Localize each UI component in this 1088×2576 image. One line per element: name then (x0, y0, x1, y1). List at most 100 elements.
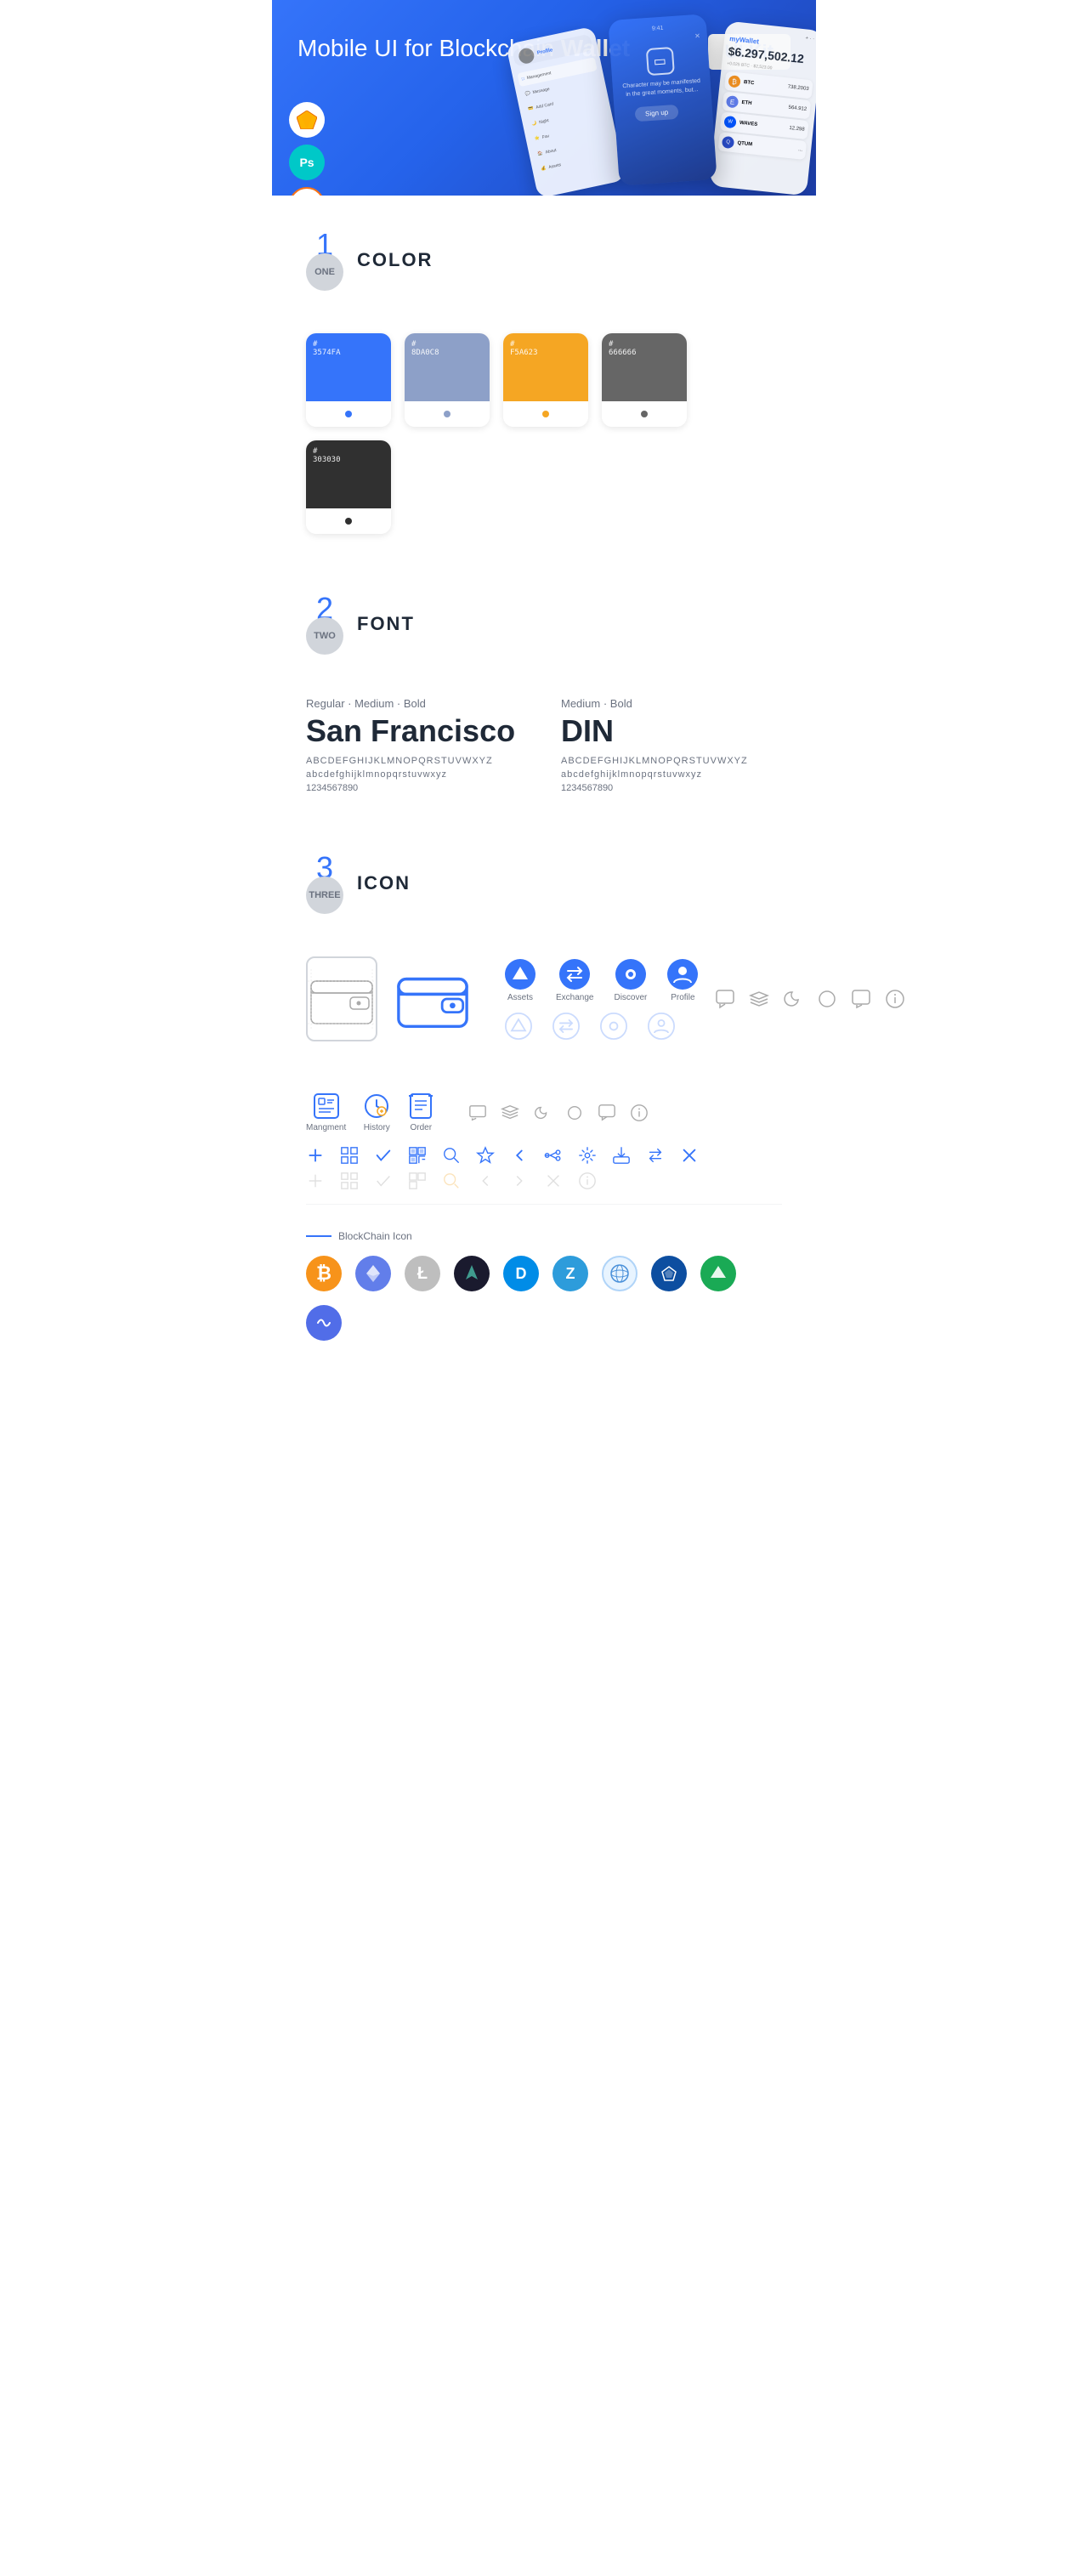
assets-icon-outline (505, 1013, 532, 1040)
check-icon-outline (374, 1172, 393, 1190)
utility-icons-row-1 (272, 1146, 816, 1165)
band-icon (306, 1305, 342, 1341)
profile-icon-outline (648, 1013, 675, 1040)
font-din: Medium · Bold DIN ABCDEFGHIJKLMNOPQRSTUV… (561, 697, 782, 793)
management-icon (313, 1092, 340, 1120)
dot-icon-sm (565, 1104, 584, 1122)
info-icon (885, 989, 905, 1009)
blockchain-label-line (306, 1235, 332, 1237)
icon-section-title: ICON (357, 872, 411, 894)
order-icon (407, 1092, 434, 1120)
wings-icon (454, 1256, 490, 1291)
section-3-number: 3 THREE (306, 853, 343, 914)
info-icon-outline (578, 1172, 597, 1190)
zcoin-icon: Z (552, 1256, 588, 1291)
discover-icon-item: Discover (614, 959, 647, 1002)
profile-icon-item: Profile (667, 959, 698, 1002)
assets-icon-item: Assets (505, 959, 536, 1002)
bitcoin-icon: ₿ (306, 1256, 342, 1291)
litecoin-icon: Ł (405, 1256, 440, 1291)
swatch-blue: #3574FA (306, 333, 391, 427)
swatch-mid-gray: #666666 (602, 333, 687, 427)
star-icon (476, 1146, 495, 1165)
check-icon (374, 1146, 393, 1165)
phone-mockup-2: 9:41 ✕ ▭ Character may be manifested in … (608, 14, 717, 186)
exchange-icon-item: Exchange (556, 959, 593, 1002)
font-section-content: Regular · Medium · Bold San Francisco AB… (272, 697, 816, 819)
layers-icon-sm (501, 1104, 519, 1122)
management-icon-item: Mangment (306, 1092, 346, 1132)
font-section-header: 2 TWO FONT (272, 559, 816, 697)
kyber-icon (700, 1256, 736, 1291)
sketch-badge (289, 102, 325, 138)
close-icon-outline (544, 1172, 563, 1190)
ethereum-icon (355, 1256, 391, 1291)
share-icon (544, 1146, 563, 1165)
plus-icon-outline (306, 1172, 325, 1190)
blockchain-label: BlockChain Icon (306, 1230, 782, 1242)
history-icon (363, 1092, 390, 1120)
info-icon-sm (630, 1104, 649, 1122)
phone-mockup-1: Profile □ Management 💬 Message 💳 Add Car… (506, 26, 626, 196)
lisk-icon (651, 1256, 687, 1291)
color-section-header: 1 ONE COLOR (272, 196, 816, 333)
qr-icon-outline (408, 1172, 427, 1190)
nav-icons-row-2 (505, 1013, 698, 1040)
speech-bubble-icon (851, 989, 871, 1009)
chat-icon (715, 989, 735, 1009)
assets-icon (505, 959, 536, 990)
swatch-gray-blue: #8DA0C8 (405, 333, 490, 427)
swap-icon (646, 1146, 665, 1165)
phone-mockups: Profile □ Management 💬 Message 💳 Add Car… (518, 17, 816, 183)
moon-icon-sm (533, 1104, 552, 1122)
plus-icon (306, 1146, 325, 1165)
grid-icon (340, 1146, 359, 1165)
settings-icon (578, 1146, 597, 1165)
wallet-colored-icon (394, 965, 471, 1033)
bottom-icon-row: Mangment History Order (272, 1092, 816, 1132)
color-section-title: COLOR (357, 249, 433, 271)
profile-icon (667, 959, 698, 990)
message-icon-sm (468, 1104, 487, 1122)
circle-icon (817, 989, 837, 1009)
icon-section-content: Assets Exchange D (272, 956, 816, 1084)
wallet-wireframe-icon (306, 956, 377, 1041)
history-icon-item: History (363, 1092, 390, 1132)
order-icon-item: Order (407, 1092, 434, 1132)
utility-icons-row-2 (272, 1172, 816, 1190)
hero-badges: Ps 60+ Screens (289, 102, 325, 196)
exchange-icon-outline (552, 1013, 580, 1040)
search-icon (442, 1146, 461, 1165)
close-icon (680, 1146, 699, 1165)
screens-badge: 60+ Screens (289, 187, 325, 196)
section-1-number: 1 ONE (306, 230, 343, 291)
crypto-icons-row: ₿ Ł D Z (306, 1256, 782, 1341)
phone-mockup-3: + · · · myWallet $6.297,502.12 +0.025 BT… (709, 20, 816, 196)
font-san-francisco: Regular · Medium · Bold San Francisco AB… (306, 697, 527, 793)
misc-icons-group (715, 989, 905, 1009)
ps-badge: Ps (289, 145, 325, 180)
moon-icon (783, 989, 803, 1009)
misc-small-icons-row (468, 1104, 649, 1122)
grid-icon-outline (340, 1172, 359, 1190)
misc-icons-row-1 (715, 989, 905, 1009)
hero-section: Mobile UI for Blockchain Wallet UI Kit P… (272, 0, 816, 196)
swatch-orange: #F5A623 (503, 333, 588, 427)
dash-icon: D (503, 1256, 539, 1291)
blockchain-section: BlockChain Icon ₿ Ł D Z (272, 1213, 816, 1366)
color-swatches: #3574FA #8DA0C8 #F5A623 #666666 #303030 (272, 333, 816, 559)
swatch-dark: #303030 (306, 440, 391, 534)
forward-icon-outline (510, 1172, 529, 1190)
back-icon-outline (476, 1172, 495, 1190)
divider-1 (306, 1204, 782, 1205)
font-section-title: FONT (357, 613, 415, 635)
discover-icon (615, 959, 646, 990)
layers-icon (749, 989, 769, 1009)
qr-icon (408, 1146, 427, 1165)
discover-icon-outline (600, 1013, 627, 1040)
waves-network-icon (602, 1256, 638, 1291)
nav-icons-row-1: Assets Exchange D (505, 959, 698, 1002)
icon-section-header: 3 THREE ICON (272, 819, 816, 956)
download-icon (612, 1146, 631, 1165)
chat-bubble-icon-sm (598, 1104, 616, 1122)
